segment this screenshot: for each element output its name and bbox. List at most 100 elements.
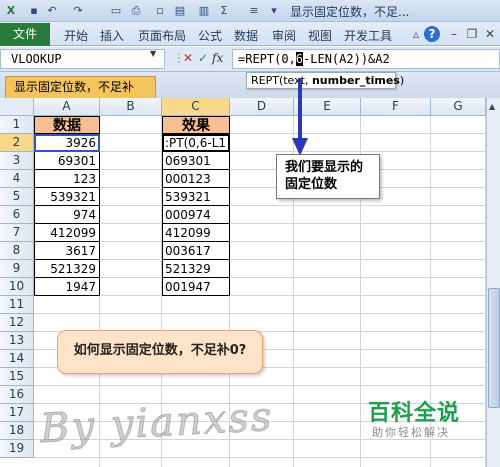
gridline-row	[34, 187, 486, 188]
tab-formulas[interactable]: 公式	[198, 27, 222, 44]
row-header-6[interactable]: 6	[0, 206, 34, 224]
callout-fixed-digits: 我们要显示的 固定位数	[276, 154, 380, 199]
row-header-18[interactable]: 18	[0, 422, 34, 440]
row-header-1[interactable]: 1	[0, 116, 34, 134]
gridline-row	[34, 133, 486, 134]
row-header-3[interactable]: 3	[0, 152, 34, 170]
cell-c9[interactable]: 521329	[162, 260, 230, 278]
cell-c4[interactable]: 000123	[162, 170, 230, 188]
cell-c6[interactable]: 000974	[162, 206, 230, 224]
print-icon[interactable]: ⎙	[128, 3, 144, 19]
undo-icon[interactable]: ↶	[44, 3, 60, 19]
customize-icon[interactable]: ▾	[266, 3, 282, 19]
row-header-14[interactable]: 14	[0, 350, 34, 368]
enter-icon[interactable]: ✓	[198, 51, 208, 65]
document-tab[interactable]: 显示固定位数，不足补0.xlsx	[5, 76, 156, 114]
active-cell-border	[162, 134, 230, 152]
tab-developer[interactable]: 开发工具	[344, 27, 392, 44]
minimize-ribbon-icon[interactable]: ▵	[408, 26, 424, 42]
name-box-value: VLOOKUP	[11, 52, 62, 66]
row-header-16[interactable]: 16	[0, 386, 34, 404]
cell-a1[interactable]: 数据	[34, 116, 100, 134]
cell-a4[interactable]: 123	[34, 170, 100, 188]
row-header-13[interactable]: 13	[0, 332, 34, 350]
row-header-15[interactable]: 15	[0, 368, 34, 386]
redo-icon[interactable]: ↷	[70, 3, 86, 19]
row-header-17[interactable]: 17	[0, 404, 34, 422]
formula-text-start: =REPT(0,	[238, 52, 296, 66]
formula-input[interactable]: =REPT(0,6-LEN(A2))&A2	[232, 49, 500, 69]
callout-line-1: 我们要显示的	[285, 160, 364, 175]
cell-a8[interactable]: 3617	[34, 242, 100, 260]
row-header-10[interactable]: 10	[0, 278, 34, 296]
scroll-up-icon[interactable]: ▲	[489, 102, 495, 111]
minimize-window-icon[interactable]: –	[446, 26, 462, 42]
close-window-icon[interactable]: ✕	[482, 26, 498, 42]
cell-a7[interactable]: 412099	[34, 224, 100, 242]
col-header-c[interactable]: C	[162, 98, 230, 116]
row-header-4[interactable]: 4	[0, 170, 34, 188]
restore-window-icon[interactable]: ❐	[464, 26, 480, 42]
tab-view[interactable]: 视图	[308, 27, 332, 44]
gridline-row	[34, 169, 486, 170]
row-header-8[interactable]: 8	[0, 242, 34, 260]
brand-slogan: 助你轻松解决	[372, 426, 450, 439]
tab-insert[interactable]: 插入	[100, 27, 124, 44]
col-header-b[interactable]: B	[100, 98, 162, 116]
name-box[interactable]: VLOOKUP	[0, 49, 165, 69]
scroll-thumb[interactable]	[488, 288, 500, 408]
col-header-f[interactable]: F	[361, 98, 431, 116]
row-header-2[interactable]: 2	[0, 134, 34, 152]
gridline-row	[34, 259, 486, 260]
col-header-d[interactable]: D	[230, 98, 294, 116]
tab-home[interactable]: 开始	[64, 27, 88, 44]
save-icon[interactable]: ▪	[26, 3, 42, 19]
cell-a3[interactable]: 69301	[34, 152, 100, 170]
row-header-11[interactable]: 11	[0, 296, 34, 314]
formula-text-end: -LEN(A2))&A2	[303, 52, 390, 66]
vertical-scrollbar[interactable]: ▲	[486, 98, 500, 467]
tooltip-close: )	[399, 74, 405, 87]
row-header-9[interactable]: 9	[0, 260, 34, 278]
cell-c3[interactable]: 069301	[162, 152, 230, 170]
help-icon[interactable]: ?	[424, 26, 440, 42]
insert-function-icon[interactable]: fx	[212, 51, 223, 65]
sum-icon[interactable]: Σ	[216, 3, 232, 19]
cell-a10[interactable]: 1947	[34, 278, 100, 296]
open-icon[interactable]: ▤	[172, 3, 188, 19]
callout-line-2: 固定位数	[285, 177, 338, 192]
chart-icon[interactable]: ▥	[196, 3, 212, 19]
cell-c1[interactable]: 效果	[162, 116, 230, 134]
formula-bar: VLOOKUP ▼ ⋮ ✕ ✓ fx =REPT(0,6-LEN(A2))&A2	[0, 47, 500, 72]
row-header-5[interactable]: 5	[0, 188, 34, 206]
annotation-arrow-icon	[292, 78, 308, 156]
select-all-corner[interactable]	[0, 98, 34, 116]
brand-logo: 百科全说	[368, 401, 461, 426]
sort-icon[interactable]: ≡	[246, 3, 262, 19]
cancel-icon[interactable]: ✕	[183, 51, 193, 65]
gridline-row	[34, 457, 486, 458]
name-box-dropdown-icon[interactable]: ▼	[150, 49, 156, 58]
cell-a6[interactable]: 974	[34, 206, 100, 224]
print-preview-icon[interactable]: ▭	[108, 3, 124, 19]
gridline-row	[34, 313, 486, 314]
cell-c10[interactable]: 001947	[162, 278, 230, 296]
row-header-7[interactable]: 7	[0, 224, 34, 242]
row-header-12[interactable]: 12	[0, 314, 34, 332]
tab-file[interactable]: 文件	[0, 23, 50, 46]
tab-review[interactable]: 审阅	[272, 27, 296, 44]
gridline-row	[34, 277, 486, 278]
cell-a5[interactable]: 539321	[34, 188, 100, 206]
gridline-row	[34, 385, 486, 386]
cell-c5[interactable]: 539321	[162, 188, 230, 206]
gridline-row	[34, 151, 486, 152]
cell-c8[interactable]: 003617	[162, 242, 230, 260]
tab-page-layout[interactable]: 页面布局	[138, 27, 186, 44]
tab-data[interactable]: 数据	[234, 27, 258, 44]
cell-a9[interactable]: 521329	[34, 260, 100, 278]
row-header-19[interactable]: 19	[0, 440, 34, 458]
cell-c7[interactable]: 412099	[162, 224, 230, 242]
col-header-g[interactable]: G	[431, 98, 486, 116]
new-icon[interactable]: ▫	[152, 3, 168, 19]
col-header-a[interactable]: A	[34, 98, 100, 116]
